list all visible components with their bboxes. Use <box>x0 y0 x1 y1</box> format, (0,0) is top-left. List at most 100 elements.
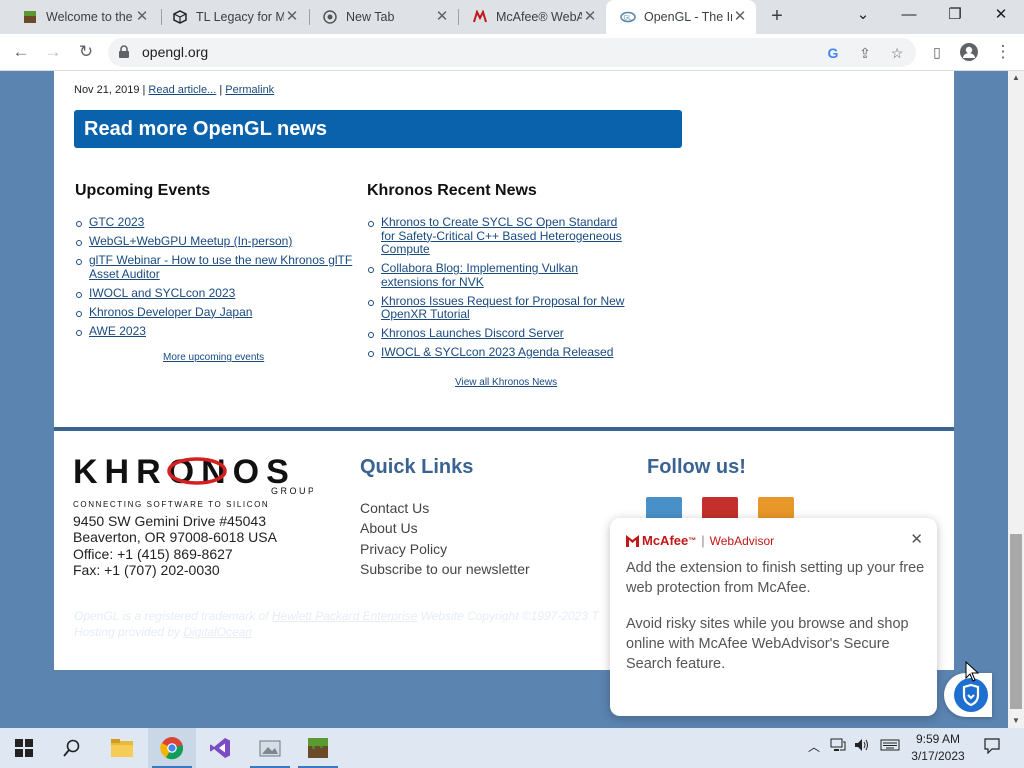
tab-title: Welcome to the <box>46 10 133 24</box>
list-item[interactable]: glTF Webinar - How to use the new Khrono… <box>74 253 354 281</box>
news-link[interactable]: Collabora Blog: Implementing Vulkan exte… <box>381 261 578 289</box>
popup-paragraph: Avoid risky sites while you browse and s… <box>626 616 909 672</box>
list-item[interactable]: WebGL+WebGPU Meetup (In-person) <box>74 234 354 249</box>
show-hidden-icons[interactable]: ︿ <box>808 738 820 755</box>
minecraft-icon <box>22 9 38 25</box>
news-link[interactable]: Khronos to Create SYCL SC Open Standard … <box>381 215 622 256</box>
scroll-down-arrow[interactable]: ▼ <box>1008 714 1024 728</box>
tab-new-tab[interactable]: New Tab ✕ <box>308 0 458 34</box>
news-link[interactable]: Khronos Issues Request for Proposal for … <box>381 294 624 322</box>
news-list: Khronos to Create SYCL SC Open Standard … <box>366 215 634 365</box>
keyboard-icon[interactable] <box>880 738 900 755</box>
tab-search-icon[interactable]: ⌄ <box>840 0 886 30</box>
list-item[interactable]: GTC 2023 <box>74 215 354 230</box>
browser-toolbar: ← → ↻ opengl.org G ⇪ ☆ ▯ ⋮ <box>0 34 1024 71</box>
chrome-taskbar-button[interactable] <box>148 728 196 768</box>
volume-icon[interactable] <box>854 738 870 755</box>
start-button[interactable] <box>0 728 48 768</box>
notification-icon[interactable] <box>984 738 1000 757</box>
list-item[interactable]: Collabora Blog: Implementing Vulkan exte… <box>366 261 634 289</box>
minecraft-taskbar-button[interactable] <box>294 728 342 768</box>
permalink-link[interactable]: Permalink <box>225 84 274 96</box>
back-button[interactable]: ← <box>8 39 34 65</box>
forward-button[interactable]: → <box>40 39 66 65</box>
minimize-button[interactable]: — <box>886 0 932 30</box>
close-icon[interactable]: ✕ <box>582 9 598 25</box>
quick-link-privacy[interactable]: Privacy Policy <box>360 539 530 559</box>
profile-avatar[interactable] <box>956 39 982 65</box>
google-icon[interactable]: G <box>824 44 842 62</box>
quick-links-list: Contact Us About Us Privacy Policy Subsc… <box>360 498 530 579</box>
side-panel-icon[interactable]: ▯ <box>924 39 950 65</box>
event-link[interactable]: GTC 2023 <box>89 215 144 229</box>
news-link[interactable]: IWOCL & SYCLcon 2023 Agenda Released <box>381 345 613 359</box>
tab-opengl[interactable]: GL OpenGL - The In ✕ <box>606 0 756 34</box>
list-item[interactable]: AWE 2023 <box>74 324 354 339</box>
mouse-cursor-icon <box>965 661 980 682</box>
meta-separator: | <box>142 84 146 96</box>
list-item[interactable]: IWOCL & SYCLcon 2023 Agenda Released <box>366 345 634 360</box>
mcafee-brand: McAfee ™ | WebAdvisor <box>626 533 774 548</box>
list-item[interactable]: Khronos Issues Request for Proposal for … <box>366 294 634 322</box>
quick-link-about[interactable]: About Us <box>360 518 530 538</box>
event-link[interactable]: WebGL+WebGPU Meetup (In-person) <box>89 234 292 248</box>
news-link[interactable]: Khronos Launches Discord Server <box>381 326 564 340</box>
event-link[interactable]: IWOCL and SYCLcon 2023 <box>89 286 235 300</box>
system-clock[interactable]: 9:59 AM 3/17/2023 <box>904 731 972 765</box>
close-icon[interactable]: ✕ <box>910 530 923 548</box>
tab-welcome[interactable]: Welcome to the ✕ <box>8 0 158 34</box>
visual-studio-button[interactable] <box>196 728 244 768</box>
new-tab-button[interactable]: + <box>766 6 788 28</box>
network-icon[interactable] <box>830 738 846 755</box>
share-icon[interactable]: ⇪ <box>856 44 874 62</box>
page-scrollbar[interactable]: ▲ ▼ <box>1008 71 1024 728</box>
scroll-up-arrow[interactable]: ▲ <box>1008 71 1024 85</box>
url-text[interactable]: opengl.org <box>142 44 208 60</box>
khronos-logo[interactable]: KHRONOS GROUP CONNECTING SOFTWARE TO SIL… <box>73 449 314 509</box>
window-close-button[interactable]: ✕ <box>978 0 1024 30</box>
reload-button[interactable]: ↻ <box>73 39 99 65</box>
folder-icon <box>111 739 133 757</box>
close-icon[interactable]: ✕ <box>134 9 150 25</box>
popup-paragraph: Add the extension to finish setting up y… <box>626 560 925 596</box>
tab-mcafee[interactable]: McAfee® WebA ✕ <box>458 0 606 34</box>
list-item[interactable]: IWOCL and SYCLcon 2023 <box>74 286 354 301</box>
read-more-news-banner[interactable]: Read more OpenGL news <box>74 110 682 148</box>
file-explorer-button[interactable] <box>98 728 146 768</box>
close-icon[interactable]: ✕ <box>434 9 450 25</box>
close-icon[interactable]: ✕ <box>284 9 300 25</box>
hpe-link[interactable]: Hewlett Packard Enterprise <box>272 609 417 623</box>
digitalocean-link[interactable]: DigitalOcean <box>183 625 252 639</box>
tab-title: TL Legacy for M <box>196 10 284 24</box>
legal-text: Hosting provided by <box>74 624 184 639</box>
clock-time: 9:59 AM <box>915 732 961 746</box>
scrollbar-thumb[interactable] <box>1010 534 1022 709</box>
bookmark-star-icon[interactable]: ☆ <box>888 44 906 62</box>
list-item[interactable]: Khronos to Create SYCL SC Open Standard … <box>366 215 634 257</box>
event-link[interactable]: AWE 2023 <box>89 324 146 338</box>
quick-link-newsletter[interactable]: Subscribe to our newsletter <box>360 559 530 579</box>
read-article-link[interactable]: Read article... <box>148 84 216 96</box>
view-all-news-link[interactable]: View all Khronos News <box>455 377 557 388</box>
brand-separator: | <box>701 533 705 548</box>
list-item[interactable]: Khronos Developer Day Japan <box>74 305 354 320</box>
visual-studio-icon <box>210 738 230 758</box>
image-app-button[interactable] <box>246 728 294 768</box>
lock-icon[interactable] <box>118 45 132 59</box>
more-events-link[interactable]: More upcoming events <box>163 352 264 363</box>
chrome-icon <box>160 737 184 760</box>
address-bar[interactable]: opengl.org G ⇪ ☆ <box>108 38 916 67</box>
search-button[interactable] <box>48 728 96 768</box>
event-link[interactable]: Khronos Developer Day Japan <box>89 305 252 319</box>
cube-icon <box>172 9 188 25</box>
tab-tl-legacy[interactable]: TL Legacy for M ✕ <box>158 0 308 34</box>
list-item[interactable]: Khronos Launches Discord Server <box>366 326 634 341</box>
tab-title: McAfee® WebA <box>496 10 582 24</box>
event-link[interactable]: glTF Webinar - How to use the new Khrono… <box>89 253 352 281</box>
follow-us-title: Follow us! <box>647 456 746 478</box>
close-icon[interactable]: ✕ <box>732 9 748 25</box>
restore-button[interactable]: ❐ <box>932 0 978 30</box>
menu-kebab-icon[interactable]: ⋮ <box>990 39 1016 65</box>
quick-link-contact[interactable]: Contact Us <box>360 498 530 518</box>
legal-text: OpenGL is a registered trademark of <box>74 609 272 623</box>
